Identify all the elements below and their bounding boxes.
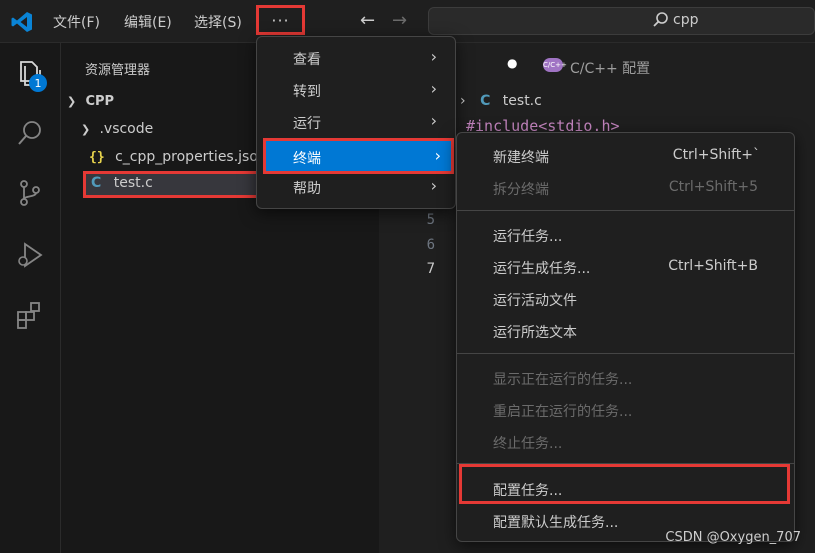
menu-selection[interactable]: 选择(S): [194, 12, 242, 32]
shortcut: Ctrl+Shift+5: [668, 179, 758, 195]
menu-item-restart-running-task[interactable]: 重启正在运行的任务...: [461, 395, 790, 425]
menu-item-new-terminal[interactable]: 新建终端 Ctrl+Shift+`: [461, 141, 790, 171]
search-icon: [653, 12, 668, 27]
line-number: 7: [426, 261, 435, 277]
chevron-right-icon: ›: [430, 111, 437, 130]
shortcut: Ctrl+Shift+`: [672, 147, 760, 163]
json-file-label: c_cpp_properties.json: [115, 149, 267, 165]
search-view-icon[interactable]: [15, 118, 45, 148]
run-debug-icon[interactable]: [15, 240, 45, 270]
menu-item-help[interactable]: 帮助 ›: [261, 172, 451, 202]
chevron-right-icon: ›: [430, 176, 437, 195]
line-number: 5: [426, 212, 435, 228]
vscode-logo-icon: [11, 12, 32, 32]
folder-label: CPP: [85, 94, 115, 109]
explorer-badge: 1: [29, 74, 47, 92]
search-text: cpp: [673, 12, 699, 28]
menu-item-split-terminal[interactable]: 拆分终端 Ctrl+Shift+5: [461, 173, 790, 203]
folder-row-cpp[interactable]: ❯ CPP: [67, 93, 114, 109]
chevron-down-icon: ❯: [81, 123, 91, 136]
chevron-right-icon: ›: [434, 146, 441, 165]
chevron-right-icon: ›: [430, 47, 437, 66]
menu-item-run[interactable]: 运行 ›: [261, 107, 451, 137]
menu-item-run-active-file[interactable]: 运行活动文件: [461, 284, 790, 314]
chevron-right-icon: ›: [430, 79, 437, 98]
subfolder-label: .vscode: [99, 121, 154, 137]
menu-separator: [457, 210, 794, 211]
watermark: CSDN @Oxygen_707: [665, 530, 801, 545]
menu-item-run-task[interactable]: 运行任务...: [461, 220, 790, 250]
folder-row-vscode[interactable]: ❯ .vscode: [81, 121, 153, 137]
menu-file[interactable]: 文件(F): [53, 12, 100, 32]
file-row-json[interactable]: {} c_cpp_properties.json: [89, 149, 267, 165]
menu-item-go[interactable]: 转到 ›: [261, 75, 451, 105]
breadcrumb[interactable]: › C test.c: [460, 93, 542, 109]
cpp-config-icon: C/C++: [543, 58, 567, 72]
menu-separator: [457, 353, 794, 354]
forward-arrow-icon[interactable]: →: [392, 10, 407, 31]
extensions-icon[interactable]: [15, 300, 45, 330]
unsaved-dot-icon: ●: [507, 56, 518, 70]
tab-label: C/C++ 配置: [570, 61, 651, 77]
c-file-icon: C: [480, 93, 491, 109]
back-arrow-icon[interactable]: ←: [360, 10, 375, 31]
menu-item-show-running-tasks[interactable]: 显示正在运行的任务...: [461, 363, 790, 393]
breadcrumb-file: test.c: [502, 93, 542, 109]
c-file-icon: C: [91, 175, 102, 191]
activity-bar: [0, 43, 61, 553]
menu-item-terminal[interactable]: 终端 ›: [263, 138, 454, 174]
c-file-label: test.c: [113, 175, 153, 191]
menu-item-terminate-task[interactable]: 终止任务...: [461, 427, 790, 457]
menu-item-run-selected-text[interactable]: 运行所选文本: [461, 316, 790, 346]
chevron-right-icon: ›: [460, 93, 466, 109]
chevron-down-icon: ❯: [67, 95, 77, 108]
menu-item-run-build-task[interactable]: 运行生成任务... Ctrl+Shift+B: [461, 252, 790, 282]
source-control-icon[interactable]: [15, 178, 45, 208]
file-row-test-c[interactable]: C test.c: [91, 175, 153, 191]
json-file-icon: {}: [89, 150, 105, 165]
menu-edit[interactable]: 编辑(E): [124, 12, 172, 32]
explorer-title: 资源管理器: [85, 63, 151, 78]
shortcut: Ctrl+Shift+B: [668, 258, 758, 274]
command-center-search[interactable]: [428, 7, 815, 35]
more-dropdown-menu: 查看 › 转到 › 运行 › 终端 › 帮助 ›: [256, 36, 456, 209]
configure-tasks-highlight: [459, 464, 790, 504]
line-number: 6: [426, 237, 435, 253]
menu-item-view[interactable]: 查看 ›: [261, 43, 451, 73]
more-menu-button[interactable]: ···: [256, 5, 305, 35]
